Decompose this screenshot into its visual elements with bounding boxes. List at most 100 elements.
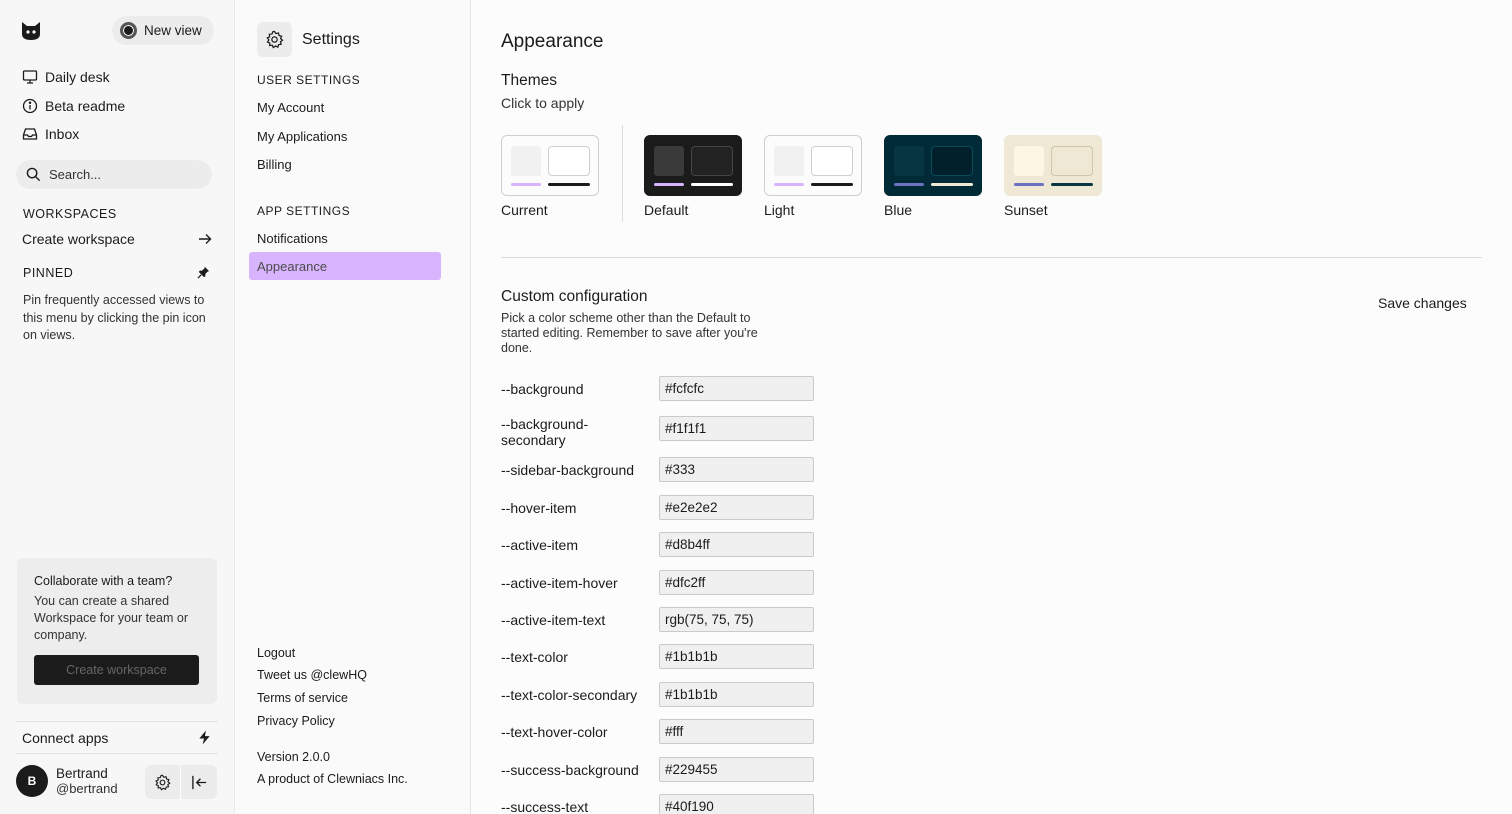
theme-label: Default [644, 202, 689, 218]
theme-option-sunset[interactable]: Sunset [1004, 135, 1102, 218]
theme-label: Sunset [1004, 202, 1048, 218]
user-name: Bertrand [56, 766, 108, 781]
theme-swatch-primary [1014, 146, 1044, 176]
collapse-left-icon [191, 775, 206, 789]
variable-value-input[interactable] [659, 376, 814, 401]
variable-value-input[interactable] [659, 719, 814, 744]
variable-value-input[interactable] [659, 532, 814, 557]
variable-value-input[interactable] [659, 644, 814, 669]
app-settings-heading: APP SETTINGS [257, 204, 351, 218]
variable-row: --success-background [501, 757, 821, 783]
pinned-heading: PINNED [23, 266, 74, 280]
theme-label: Light [764, 202, 795, 218]
create-workspace-button[interactable]: Create workspace [34, 655, 199, 685]
workspaces-heading: WORKSPACES [23, 207, 117, 221]
variable-name: --success-text [501, 799, 589, 814]
settings-item-my-account[interactable]: My Account [249, 93, 441, 121]
theme-text-bar [548, 183, 590, 186]
theme-option-current[interactable]: Current [501, 135, 599, 218]
settings-header: Settings [257, 22, 360, 57]
theme-option-blue[interactable]: Blue [884, 135, 982, 218]
theme-swatch-secondary [691, 146, 733, 176]
settings-item-notifications[interactable]: Notifications [249, 224, 441, 252]
variable-name: --success-background [501, 762, 639, 778]
variable-value-input[interactable] [659, 607, 814, 632]
cat-logo-icon[interactable] [20, 20, 42, 42]
sidebar-item-inbox[interactable]: Inbox [16, 120, 216, 149]
theme-accent-bar [894, 183, 924, 186]
collapse-sidebar-button[interactable] [181, 765, 217, 799]
pinned-help-text: Pin frequently accessed views to this me… [23, 293, 206, 342]
variable-name: --text-color [501, 649, 568, 665]
variable-value-input[interactable] [659, 457, 814, 482]
sidebar-item-label: Inbox [45, 126, 80, 143]
variable-name: --hover-item [501, 500, 577, 516]
sidebar-item-beta-readme[interactable]: Beta readme [16, 92, 216, 121]
create-workspace-link-label: Create workspace [22, 231, 135, 247]
variable-value-input[interactable] [659, 495, 814, 520]
variable-value-input[interactable] [659, 570, 814, 595]
save-changes-button[interactable]: Save changes [1378, 295, 1467, 311]
variable-name: --background [501, 381, 584, 397]
theme-swatch-primary [894, 146, 924, 176]
theme-swatch-secondary [811, 146, 853, 176]
variable-name: --active-item-text [501, 612, 606, 628]
user-actions [145, 765, 217, 799]
section-divider [501, 257, 1482, 258]
new-view-button[interactable]: New view [112, 16, 214, 45]
variable-name: --active-item [501, 537, 579, 553]
theme-swatch-primary [511, 146, 541, 176]
sidebar-item-daily-desk[interactable]: Daily desk [16, 63, 216, 92]
variable-row: --active-item-hover [501, 570, 821, 596]
settings-nav: Settings USER SETTINGS My Account My App… [236, 0, 471, 814]
custom-config-description: Pick a color scheme other than the Defau… [501, 311, 758, 355]
theme-option-default[interactable]: Default [644, 135, 742, 218]
theme-swatch-secondary [548, 146, 590, 176]
theme-accent-bar [654, 183, 684, 186]
avatar: B [16, 765, 48, 797]
theme-accent-bar [1014, 183, 1044, 186]
variable-value-input[interactable] [659, 757, 814, 782]
settings-item-billing[interactable]: Billing [249, 150, 441, 178]
user-profile[interactable]: B Bertrand @bertrand [16, 765, 118, 797]
theme-swatch-secondary [931, 146, 973, 176]
gear-icon [266, 30, 284, 49]
monitor-icon [22, 70, 38, 84]
variable-value-input[interactable] [659, 416, 814, 441]
appearance-page: Appearance Themes Click to apply Current… [472, 0, 1512, 814]
pin-icon[interactable] [197, 266, 210, 279]
tweet-link[interactable]: Tweet us @clewHQ [257, 668, 367, 682]
theme-label: Current [501, 202, 548, 218]
theme-preview [1004, 135, 1102, 196]
user-handle: @bertrand [56, 781, 118, 796]
variable-value-input[interactable] [659, 794, 814, 814]
collaborate-text: You can create a shared Workspace for yo… [34, 594, 188, 642]
theme-swatch-primary [654, 146, 684, 176]
info-icon [22, 98, 38, 113]
theme-preview [644, 135, 742, 196]
settings-gear-box [257, 22, 292, 57]
logout-link[interactable]: Logout [257, 646, 295, 660]
search-input[interactable]: Search... [16, 160, 212, 189]
variable-row: --active-item [501, 532, 821, 558]
settings-item-my-applications[interactable]: My Applications [249, 122, 441, 150]
theme-label: Blue [884, 202, 913, 218]
settings-title: Settings [302, 30, 360, 48]
variable-row: --text-color-secondary [501, 682, 821, 708]
variable-name: --background-secondary [501, 416, 589, 448]
connect-apps-label: Connect apps [22, 729, 109, 746]
connect-apps-button[interactable]: Connect apps [16, 721, 218, 754]
variable-row: --active-item-text [501, 607, 821, 633]
theme-option-light[interactable]: Light [764, 135, 862, 218]
create-workspace-link[interactable]: Create workspace [22, 231, 212, 247]
sidebar-item-label: Beta readme [45, 97, 126, 114]
terms-link[interactable]: Terms of service [257, 691, 348, 705]
variable-name: --text-hover-color [501, 724, 608, 740]
new-view-label: New view [144, 23, 202, 38]
variable-value-input[interactable] [659, 682, 814, 707]
privacy-link[interactable]: Privacy Policy [257, 714, 335, 728]
settings-button[interactable] [145, 765, 181, 799]
theme-preview [501, 135, 599, 196]
settings-item-appearance[interactable]: Appearance [249, 252, 441, 280]
gear-icon [155, 774, 171, 791]
